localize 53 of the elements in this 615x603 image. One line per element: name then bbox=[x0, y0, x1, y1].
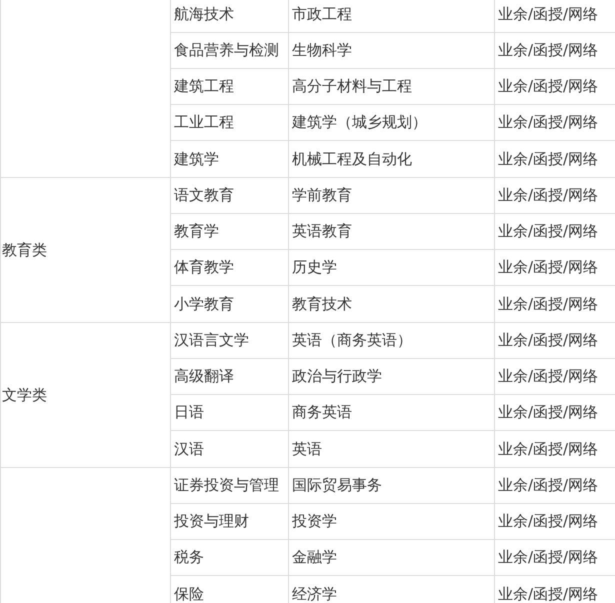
table-cell-text: 业余/函授/网络 bbox=[498, 402, 598, 424]
table-cell-text: 保险 bbox=[174, 584, 204, 603]
table-cell-text: 教育类 bbox=[1, 240, 48, 261]
table-cell-text: 经济学 bbox=[292, 584, 337, 603]
table-cell-text: 金融学 bbox=[292, 547, 337, 568]
table-cell-text: 航海技术 bbox=[174, 4, 234, 26]
table-cell-text: 英语（商务英语） bbox=[292, 330, 412, 352]
table-cell-text: 市政工程 bbox=[292, 4, 352, 26]
table-cell-text: 英语 bbox=[292, 438, 322, 460]
table-cell-text: 业余/函授/网络 bbox=[498, 257, 598, 278]
table-cell-text: 业余/函授/网络 bbox=[498, 438, 598, 460]
table-cell-text: 业余/函授/网络 bbox=[498, 366, 598, 388]
table-cell-text: 国际贸易事务 bbox=[292, 475, 382, 496]
table-cell-text: 文学类 bbox=[1, 384, 48, 406]
table-cell-text: 业余/函授/网络 bbox=[498, 40, 598, 62]
table-cell-text: 商务英语 bbox=[292, 402, 352, 424]
table-cell-text: 业余/函授/网络 bbox=[498, 76, 598, 98]
table-cell-text: 建筑学（城乡规划） bbox=[292, 112, 427, 134]
table-cell-text: 工业工程 bbox=[174, 112, 234, 134]
table-cell-text: 学前教育 bbox=[292, 185, 352, 206]
table-cell-text: 证券投资与管理 bbox=[174, 475, 279, 496]
table-cell-text: 教育技术 bbox=[292, 294, 352, 315]
table-cell-text: 生物科学 bbox=[292, 40, 352, 62]
table-cell-text: 业余/函授/网络 bbox=[498, 511, 598, 532]
table-cell-text: 业余/函授/网络 bbox=[498, 584, 598, 603]
table-cell-text: 业余/函授/网络 bbox=[498, 475, 598, 496]
table-cell-text: 建筑工程 bbox=[174, 76, 234, 98]
table-cell-text: 高分子材料与工程 bbox=[292, 76, 412, 98]
table-cell-text: 业余/函授/网络 bbox=[498, 185, 598, 206]
table-cell-text: 业余/函授/网络 bbox=[498, 148, 598, 170]
table-cell-text: 体育教学 bbox=[174, 257, 234, 278]
table-cell-text: 食品营养与检测 bbox=[174, 40, 279, 62]
table-cell-text: 业余/函授/网络 bbox=[498, 547, 598, 568]
table-cell-text: 投资与理财 bbox=[174, 511, 249, 532]
table-cell-text: 高级翻译 bbox=[174, 366, 234, 388]
table-cell-text: 机械工程及自动化 bbox=[292, 148, 412, 170]
table-cell-text: 语文教育 bbox=[174, 185, 234, 206]
table-cell-text: 政治与行政学 bbox=[292, 366, 382, 388]
table-cell-text: 业余/函授/网络 bbox=[498, 294, 598, 315]
table-cell-text: 汉语言文学 bbox=[174, 330, 249, 352]
table-cell-text: 汉语 bbox=[174, 438, 204, 460]
table-cell-text: 日语 bbox=[174, 402, 204, 424]
table-cell-text: 业余/函授/网络 bbox=[498, 4, 598, 26]
table-cell-text: 历史学 bbox=[292, 257, 337, 278]
table-cell-text: 业余/函授/网络 bbox=[498, 221, 598, 242]
table-cell-text: 业余/函授/网络 bbox=[498, 112, 598, 134]
table-cell-text: 投资学 bbox=[292, 511, 337, 532]
table-cell-text: 小学教育 bbox=[174, 294, 234, 315]
table-cell-text: 业余/函授/网络 bbox=[498, 330, 598, 352]
table-cell-text: 税务 bbox=[174, 547, 204, 568]
table-cell-text: 教育学 bbox=[174, 221, 219, 242]
table-cell-text: 建筑学 bbox=[174, 148, 219, 170]
table-cell-text: 英语教育 bbox=[292, 221, 352, 242]
